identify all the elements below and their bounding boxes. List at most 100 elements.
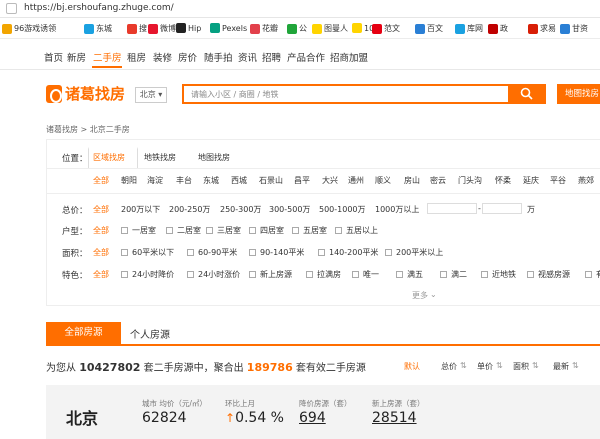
nav-item[interactable]: 租房 [127, 50, 146, 64]
size-option[interactable]: 90-140平米 [260, 247, 304, 258]
area-option[interactable]: 石景山 [259, 175, 283, 186]
sort-option[interactable]: 单价 [477, 361, 493, 372]
layout-checkbox[interactable] [335, 227, 342, 234]
feature-checkbox[interactable] [481, 271, 488, 278]
price-option[interactable]: 300-500万 [269, 204, 310, 215]
stat-value[interactable]: 694 [299, 410, 326, 426]
layout-checkbox[interactable] [292, 227, 299, 234]
area-option[interactable]: 延庆 [523, 175, 539, 186]
nav-item[interactable]: 招聘 [262, 50, 281, 64]
feature-checkbox[interactable] [527, 271, 534, 278]
nav-item[interactable]: 房价 [178, 50, 197, 64]
tab-personal-listings[interactable]: 个人房源 [130, 326, 170, 341]
feature-option[interactable]: 近地铁 [492, 269, 516, 280]
price-option[interactable]: 全部 [93, 204, 109, 215]
sort-option[interactable]: 最新 [553, 361, 569, 372]
size-checkbox[interactable] [385, 249, 392, 256]
bookmark-item[interactable]: 求易 [528, 23, 556, 34]
position-tab[interactable]: 地图找房 [198, 152, 230, 163]
price-option[interactable]: 200-250万 [169, 204, 210, 215]
nav-item[interactable]: 新房 [67, 50, 86, 64]
bookmark-item[interactable]: 公 [287, 23, 307, 34]
layout-checkbox[interactable] [206, 227, 213, 234]
bookmark-item[interactable]: 东城 [84, 23, 112, 34]
area-option[interactable]: 海淀 [147, 175, 163, 186]
bookmark-item[interactable]: 图曼人 [312, 23, 348, 34]
feature-option[interactable]: 满二 [451, 269, 467, 280]
size-option[interactable]: 200平米以上 [396, 247, 443, 258]
area-option[interactable]: 昌平 [294, 175, 310, 186]
area-option[interactable]: 东城 [203, 175, 219, 186]
stat-value[interactable]: 28514 [372, 410, 417, 426]
feature-option[interactable]: 视感房源 [538, 269, 570, 280]
feature-option[interactable]: 24小时涨价 [198, 269, 240, 280]
bookmark-item[interactable]: 96游戏诱领 [2, 23, 56, 34]
area-option[interactable]: 房山 [404, 175, 420, 186]
price-min-input[interactable] [427, 203, 477, 214]
address-bar[interactable]: https://bj.ershoufang.zhuge.com/ [0, 0, 600, 18]
feature-checkbox[interactable] [396, 271, 403, 278]
feature-checkbox[interactable] [585, 271, 592, 278]
bookmark-item[interactable]: Pexels [210, 23, 247, 33]
more-toggle[interactable]: 更多 [412, 290, 428, 301]
feature-option[interactable]: 全部 [93, 269, 109, 280]
search-button[interactable] [508, 84, 546, 104]
layout-option[interactable]: 五居室 [303, 225, 327, 236]
bookmark-item[interactable]: 范文 [372, 23, 400, 34]
logo[interactable]: 诸葛找房 [46, 83, 125, 104]
nav-item[interactable]: 资讯 [238, 50, 257, 64]
feature-checkbox[interactable] [249, 271, 256, 278]
bookmark-item[interactable]: 花瓣 [250, 23, 278, 34]
position-tab[interactable]: 地铁找房 [144, 152, 176, 163]
size-option[interactable]: 60平米以下 [132, 247, 174, 258]
bookmark-item[interactable]: Hip [176, 23, 201, 33]
nav-item[interactable]: 首页 [44, 50, 63, 64]
layout-option[interactable]: 五居以上 [346, 225, 378, 236]
feature-checkbox[interactable] [352, 271, 359, 278]
layout-checkbox[interactable] [121, 227, 128, 234]
area-option[interactable]: 西城 [231, 175, 247, 186]
sort-option[interactable]: 默认 [404, 361, 420, 372]
layout-option[interactable]: 三居室 [217, 225, 241, 236]
sort-option[interactable]: 总价 [441, 361, 457, 372]
price-option[interactable]: 500-1000万 [319, 204, 366, 215]
area-option[interactable]: 丰台 [176, 175, 192, 186]
bookmark-item[interactable]: 百文 [415, 23, 443, 34]
area-option[interactable]: 顺义 [375, 175, 391, 186]
area-option[interactable]: 全部 [93, 175, 109, 186]
city-selector[interactable]: 北京 ▾ [135, 87, 167, 103]
area-option[interactable]: 燕郊 [578, 175, 594, 186]
feature-option[interactable]: 满五 [407, 269, 423, 280]
size-checkbox[interactable] [187, 249, 194, 256]
bookmark-item[interactable]: 库网 [455, 23, 483, 34]
feature-option[interactable]: 唯一 [363, 269, 379, 280]
layout-checkbox[interactable] [166, 227, 173, 234]
feature-option[interactable]: 24小时降价 [132, 269, 174, 280]
bookmark-item[interactable]: 微博 [148, 23, 176, 34]
area-option[interactable]: 大兴 [322, 175, 338, 186]
area-option[interactable]: 密云 [430, 175, 446, 186]
size-checkbox[interactable] [318, 249, 325, 256]
price-option[interactable]: 1000万以上 [375, 204, 419, 215]
bookmark-item[interactable]: 甘资 [560, 23, 588, 34]
nav-item[interactable]: 招商加盟 [330, 50, 368, 64]
price-option[interactable]: 250-300万 [220, 204, 261, 215]
size-checkbox[interactable] [121, 249, 128, 256]
layout-option[interactable]: 一居室 [132, 225, 156, 236]
layout-option[interactable]: 二居室 [177, 225, 201, 236]
feature-option[interactable]: 有 [596, 269, 600, 280]
layout-option[interactable]: 四居室 [260, 225, 284, 236]
area-option[interactable]: 通州 [348, 175, 364, 186]
feature-checkbox[interactable] [187, 271, 194, 278]
search-input[interactable] [184, 86, 508, 102]
feature-option[interactable]: 新上房源 [260, 269, 292, 280]
feature-checkbox[interactable] [121, 271, 128, 278]
feature-option[interactable]: 拉满房 [317, 269, 341, 280]
size-option[interactable]: 140-200平米 [329, 247, 378, 258]
nav-item[interactable]: 产品合作 [287, 50, 325, 64]
bookmark-item[interactable]: 政 [488, 23, 508, 34]
url-text[interactable]: https://bj.ershoufang.zhuge.com/ [24, 3, 174, 13]
tab-all-listings[interactable]: 全部房源 [46, 322, 121, 344]
feature-checkbox[interactable] [440, 271, 447, 278]
sort-option[interactable]: 面积 [513, 361, 529, 372]
